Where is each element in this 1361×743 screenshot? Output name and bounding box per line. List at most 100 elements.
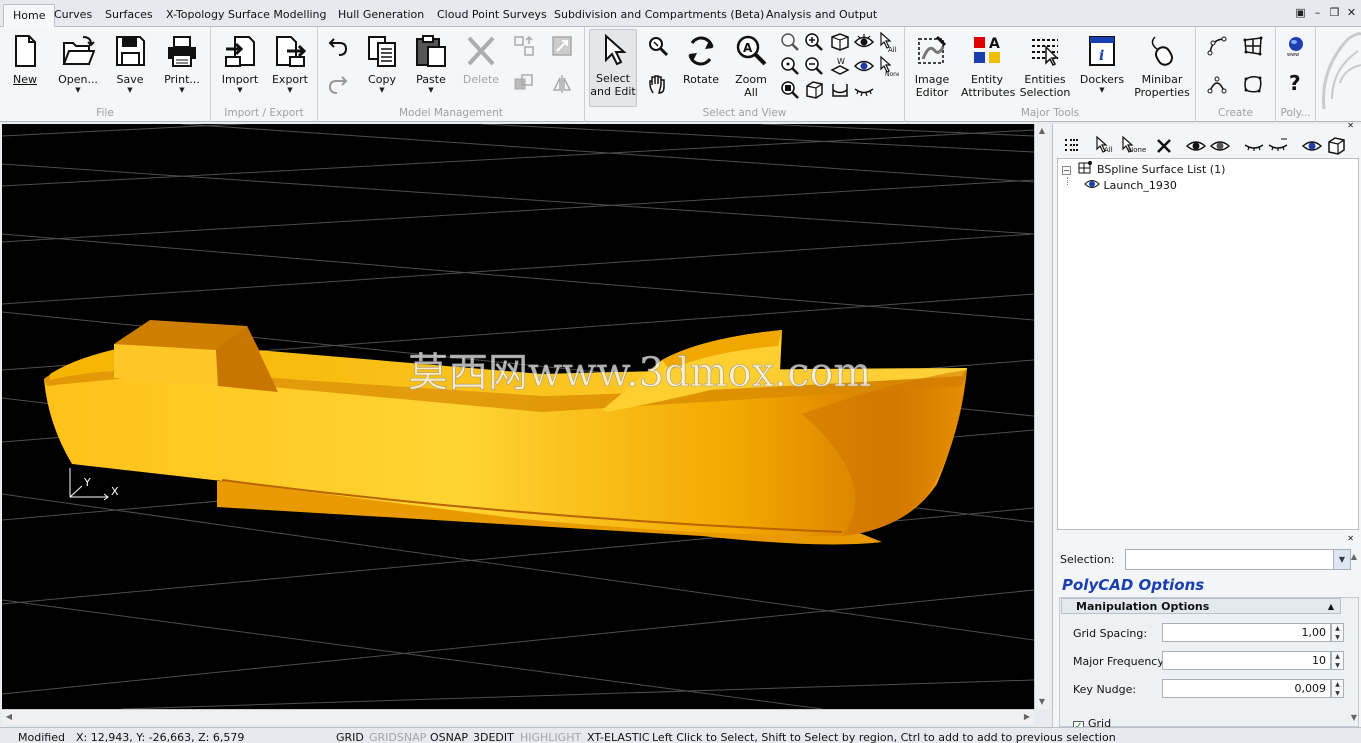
iso-view-icon[interactable] — [803, 79, 825, 101]
viewport-vertical-scrollbar[interactable]: ▲ ▼ — [1034, 124, 1050, 709]
tab-curves[interactable]: Curves — [45, 4, 101, 27]
new-button[interactable]: New — [6, 31, 44, 86]
rotate-button[interactable]: Rotate — [681, 31, 721, 86]
3d-viewport[interactable]: 莫西网www.3dmox.com X Y — [2, 124, 1034, 709]
curve-network-icon[interactable] — [1206, 35, 1230, 59]
docker-eye-hide-icon[interactable] — [1243, 135, 1265, 157]
docker-pin-icon[interactable]: ✕ — [1347, 121, 1354, 130]
docker-eye-show-icon[interactable] — [1185, 135, 1207, 157]
surface-mesh-icon[interactable] — [1242, 35, 1266, 59]
collapse-up-icon[interactable]: ▲ — [1328, 599, 1334, 614]
help-question-icon[interactable]: ? — [1285, 71, 1309, 97]
eye-show-icon[interactable] — [853, 31, 875, 53]
export-icon — [276, 36, 307, 67]
print-dropdown-icon: ▼ — [179, 86, 185, 94]
pan-hand-icon[interactable] — [647, 73, 669, 95]
delete-button[interactable]: Delete — [458, 31, 504, 86]
select-none-icon[interactable]: None — [877, 55, 901, 78]
docker-cube-icon[interactable] — [1325, 135, 1347, 157]
minibar-properties-button[interactable]: Minibar Properties — [1133, 31, 1191, 99]
zoom-extents-icon[interactable] — [779, 55, 801, 77]
section-icon[interactable] — [829, 79, 851, 101]
list-view-icon[interactable] — [1061, 135, 1083, 157]
undo-icon[interactable] — [327, 35, 349, 57]
manipulation-options-header[interactable]: Manipulation Options ▲ — [1061, 598, 1341, 614]
entities-docker-panel: ✕ All None − BSpline Surface List (1) La… — [1052, 121, 1361, 732]
status-xt-elastic-toggle[interactable]: XT-ELASTIC — [587, 731, 650, 743]
eye-toggle-icon[interactable] — [853, 55, 875, 77]
scroll-up-icon[interactable]: ▲ — [1035, 124, 1049, 138]
zoom-selection-icon[interactable] — [779, 79, 801, 101]
paste-button[interactable]: Paste ▼ — [410, 31, 452, 94]
key-nudge-input[interactable]: 0,009 — [1162, 679, 1331, 698]
zoom-window-icon[interactable] — [647, 35, 669, 57]
curve-points-icon[interactable] — [1206, 73, 1230, 97]
entity-tree[interactable]: − BSpline Surface List (1) Launch_1930 — [1057, 158, 1359, 530]
minimize-button[interactable]: – — [1310, 7, 1325, 21]
major-frequency-stepper[interactable]: ▲ ▼ — [1331, 651, 1344, 670]
status-gridsnap-toggle[interactable]: GRIDSNAP — [369, 731, 426, 743]
workplane-icon[interactable]: W — [829, 55, 851, 77]
eye-hide-icon[interactable] — [853, 79, 875, 101]
select-label: Select — [596, 72, 630, 85]
tab-analysis-output[interactable]: Analysis and Output — [757, 4, 886, 27]
tab-cloud-point-surveys[interactable]: Cloud Point Surveys — [428, 4, 556, 27]
docker-properties-icon[interactable] — [1301, 135, 1323, 157]
docker-delete-icon[interactable] — [1153, 135, 1175, 157]
maximize-button[interactable]: ❐ — [1327, 7, 1342, 21]
tab-hull-generation[interactable]: Hull Generation — [329, 4, 433, 27]
image-editor-button[interactable]: Image Editor — [911, 31, 953, 99]
options-scroll-down-icon[interactable]: ▼ — [1347, 711, 1361, 725]
export-button[interactable]: Export ▼ — [269, 31, 311, 94]
copy-button[interactable]: Copy ▼ — [362, 31, 402, 94]
web-globe-icon[interactable]: www — [1285, 35, 1309, 59]
tab-x-topology[interactable]: X-Topology Surface Modelling — [157, 4, 336, 27]
import-button[interactable]: Import ▼ — [219, 31, 261, 94]
surface-patch-icon[interactable] — [1242, 73, 1266, 97]
docker-eye-hide-all-icon[interactable] — [1267, 135, 1289, 157]
tree-item-launch[interactable]: Launch_1930 — [1084, 177, 1177, 193]
open-button[interactable]: Open... ▼ — [53, 31, 103, 94]
grid-spacing-stepper[interactable]: ▲ ▼ — [1331, 623, 1344, 642]
tree-collapse-icon[interactable]: − — [1062, 166, 1071, 175]
scroll-left-icon[interactable]: ◀ — [2, 710, 16, 724]
zoom-in-icon[interactable] — [803, 31, 825, 53]
docker-none-label: None — [1128, 146, 1147, 154]
options-scrollbar[interactable]: ▲ ▼ — [1347, 548, 1361, 727]
select-edit-button[interactable]: Select and Edit — [589, 29, 637, 107]
docker-close-icon[interactable]: ✕ — [1347, 534, 1354, 543]
tree-root-node[interactable]: − BSpline Surface List (1) — [1062, 161, 1225, 177]
status-osnap-toggle[interactable]: OSNAP — [430, 731, 468, 743]
entity-attributes-button[interactable]: A Entity Attributes — [961, 31, 1015, 99]
save-button[interactable]: Save ▼ — [110, 31, 150, 94]
viewport-horizontal-scrollbar[interactable]: ◀ ▶ — [2, 709, 1034, 725]
zoom-previous-icon[interactable] — [779, 31, 801, 53]
tab-subdivision[interactable]: Subdivision and Compartments (Beta) — [545, 4, 773, 27]
dockers-button[interactable]: i Dockers ▼ — [1079, 31, 1125, 94]
status-grid-toggle[interactable]: GRID — [336, 731, 364, 743]
dockers-dropdown-icon: ▼ — [1099, 86, 1105, 94]
major-frequency-input[interactable]: 10 — [1162, 651, 1331, 670]
docker-splitter[interactable]: ✕ — [1053, 534, 1361, 544]
status-3dedit-toggle[interactable]: 3DEDIT — [473, 731, 514, 743]
entities-selection-button[interactable]: Entities Selection — [1019, 31, 1071, 99]
scroll-down-icon[interactable]: ▼ — [1035, 695, 1049, 709]
docker-eye-toggle-icon[interactable] — [1209, 135, 1231, 157]
scroll-right-icon[interactable]: ▶ — [1020, 710, 1034, 724]
options-scroll-up-icon[interactable]: ▲ — [1347, 550, 1361, 564]
print-button[interactable]: Print... ▼ — [160, 31, 204, 94]
select-all-icon[interactable]: All — [877, 31, 899, 54]
editor-label: Editor — [915, 86, 949, 99]
group-major-tools: Image Editor A Entity Attributes Entitie… — [905, 27, 1196, 122]
close-button[interactable]: ✕ — [1344, 7, 1359, 21]
group-import-export: Import ▼ Export ▼ Import / Export — [211, 27, 318, 122]
view-box-icon[interactable] — [829, 31, 851, 53]
zoom-out-icon[interactable] — [803, 55, 825, 77]
grid-spacing-input[interactable]: 1,00 — [1162, 623, 1331, 642]
status-highlight-toggle[interactable]: HIGHLIGHT — [520, 731, 581, 743]
selection-combobox[interactable]: ▼ — [1125, 549, 1351, 570]
key-nudge-stepper[interactable]: ▲ ▼ — [1331, 679, 1344, 698]
tab-surfaces[interactable]: Surfaces — [96, 4, 162, 27]
zoom-all-button[interactable]: A Zoom All — [731, 31, 771, 99]
ribbon-options-button[interactable]: ▣ — [1293, 7, 1308, 21]
